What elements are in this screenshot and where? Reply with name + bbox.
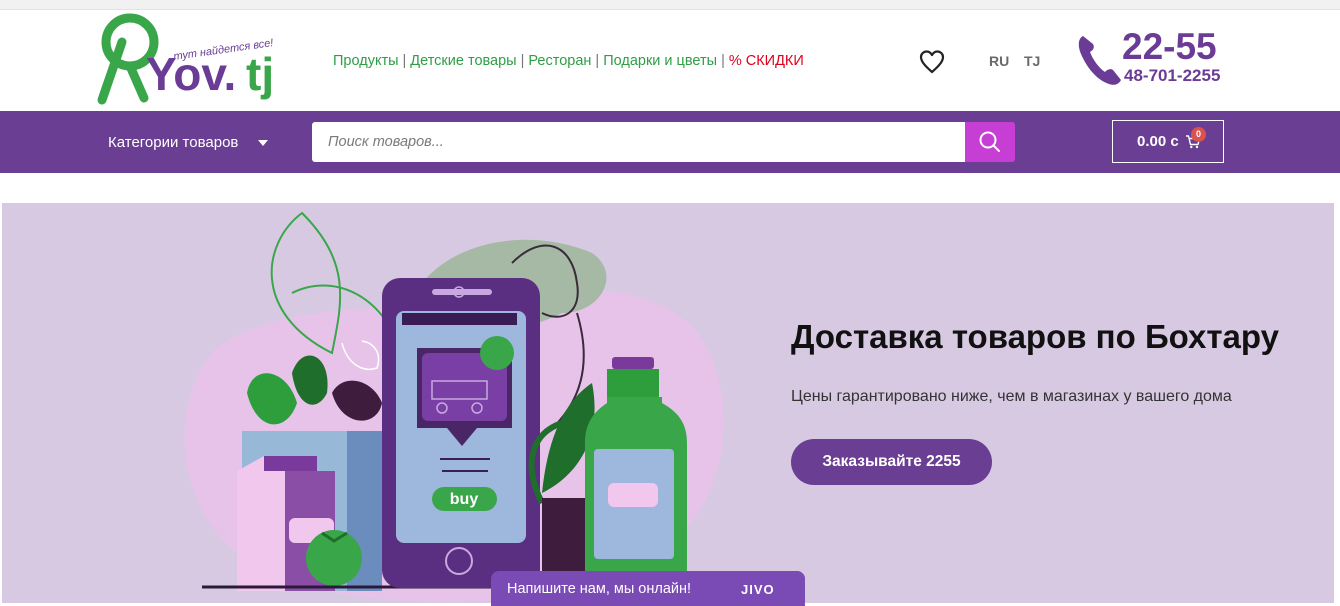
language-ru[interactable]: RU — [989, 53, 1009, 69]
site-header: Yov. tj тут найдется все! Продукты | Детск… — [0, 10, 1340, 111]
top-navigation: Продукты | Детские товары | Ресторан | Подарки… — [333, 53, 804, 69]
chevron-down-icon[interactable] — [258, 140, 268, 146]
site-logo[interactable]: Yov. tj тут найдется все! — [96, 12, 286, 110]
nav-separator: | — [520, 53, 525, 69]
nav-separator: | — [721, 53, 725, 69]
toolbar: Категории товаров 0.00 с 0 — [0, 111, 1340, 173]
nav-item-products[interactable]: Продукты — [333, 53, 399, 69]
cart-total: 0.00 с — [1137, 133, 1179, 150]
phone-short-number[interactable]: 22-55 — [1122, 26, 1217, 68]
chat-label: Напишите нам, мы онлайн! — [507, 581, 692, 597]
hero-subtitle: Цены гарантировано ниже, чем в магазинах… — [791, 388, 1232, 405]
heart-outline-icon[interactable] — [918, 48, 946, 76]
hero-banner: buy Доставка товаров по Бохтару Цены гар… — [2, 203, 1334, 603]
language-tj[interactable]: TJ — [1024, 53, 1040, 69]
hero-illustration: buy — [184, 211, 724, 603]
categories-dropdown[interactable]: Категории товаров — [108, 134, 238, 151]
nav-separator: | — [402, 53, 407, 69]
cart-button[interactable]: 0.00 с 0 — [1112, 120, 1224, 163]
phone-full-number[interactable]: 48-701-2255 — [1124, 66, 1220, 86]
chat-brand-logo: JIVO — [741, 582, 775, 597]
nav-item-gifts[interactable]: Подарки и цветы — [603, 53, 717, 69]
nav-item-sale[interactable]: % СКИДКИ — [729, 53, 804, 69]
search-button[interactable] — [965, 122, 1015, 162]
hero-title: Доставка товаров по Бохтару — [791, 318, 1279, 355]
nav-item-restaurant[interactable]: Ресторан — [528, 53, 591, 69]
nav-separator: | — [595, 53, 600, 69]
phone-icon — [1075, 32, 1125, 88]
chat-widget[interactable]: Напишите нам, мы онлайн! JIVO — [491, 571, 805, 606]
svg-text:tj: tj — [246, 48, 274, 100]
search-input[interactable] — [312, 122, 965, 162]
cart-count-badge: 0 — [1191, 127, 1206, 142]
chat-accent-mask — [772, 571, 805, 606]
browser-top-strip — [0, 0, 1340, 10]
search-icon — [979, 131, 1000, 152]
phone-buy-label: buy — [450, 491, 479, 508]
order-button[interactable]: Заказывайте 2255 — [791, 439, 992, 485]
nav-item-kids[interactable]: Детские товары — [410, 53, 516, 69]
